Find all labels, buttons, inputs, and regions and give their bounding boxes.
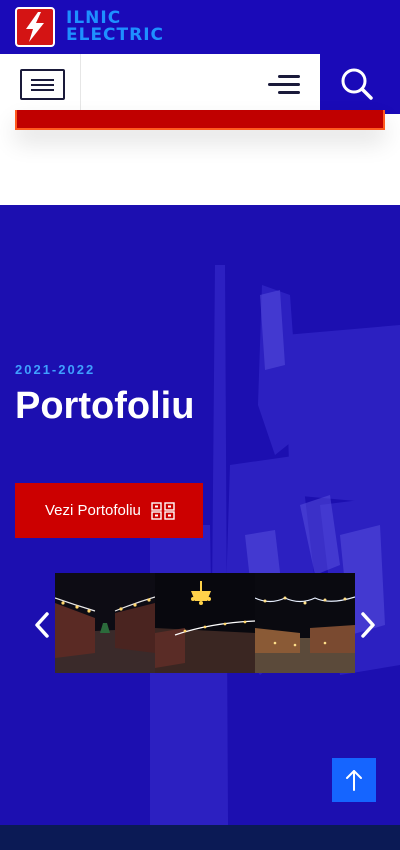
hero-eyebrow: 2021-2022 (15, 362, 96, 377)
menu-lines-icon[interactable] (266, 72, 300, 96)
nav-bar (0, 54, 400, 114)
qr-grid-icon (151, 502, 175, 520)
content-area (0, 110, 400, 205)
nav-divider (80, 54, 81, 114)
footer-strip (0, 825, 400, 850)
search-button[interactable] (320, 54, 400, 114)
back-to-top-button[interactable] (332, 758, 376, 802)
brand-bar: ILNIC ELECTRIC (0, 0, 400, 54)
view-portfolio-label: Vezi Portofoliu (45, 502, 141, 519)
gallery-image[interactable] (55, 573, 155, 673)
brand-line-2: ELECTRIC (66, 25, 165, 45)
portfolio-hero: 2021-2022 Portofoliu Vezi Portofoliu (0, 205, 400, 825)
arrow-up-icon (346, 770, 362, 791)
chevron-right-icon[interactable] (358, 610, 378, 640)
view-portfolio-button[interactable]: Vezi Portofoliu (15, 483, 203, 538)
portfolio-gallery (55, 573, 355, 673)
lightning-bolt-icon[interactable] (15, 7, 55, 47)
gallery-image[interactable] (255, 573, 355, 673)
hamburger-icon[interactable] (20, 69, 65, 100)
brand-name[interactable]: ILNIC ELECTRIC (66, 10, 164, 44)
search-icon (341, 68, 373, 100)
chevron-left-icon[interactable] (32, 610, 52, 640)
gallery-image[interactable] (155, 573, 255, 673)
page-title: Portofoliu (15, 385, 195, 427)
red-card (15, 110, 385, 130)
